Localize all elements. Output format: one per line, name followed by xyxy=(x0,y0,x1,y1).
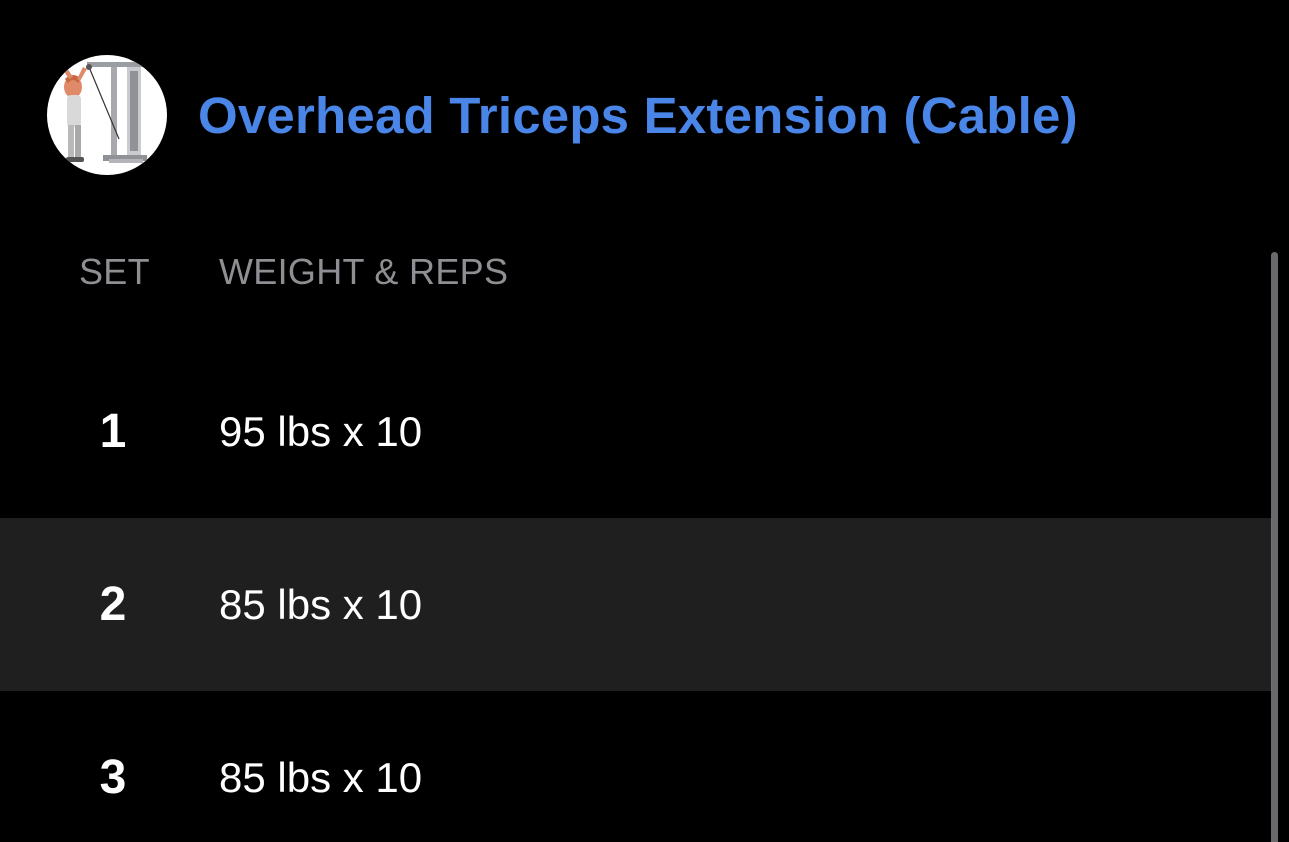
set-weight-reps: 85 lbs x 10 xyxy=(219,753,423,801)
set-row[interactable]: 1 95 lbs x 10 xyxy=(0,345,1272,518)
set-weight-reps: 95 lbs x 10 xyxy=(219,407,423,455)
exercise-header: Overhead Triceps Extension (Cable) xyxy=(47,55,1078,175)
set-number: 2 xyxy=(99,577,127,631)
set-row[interactable]: 3 85 lbs x 10 xyxy=(0,691,1272,842)
exercise-title[interactable]: Overhead Triceps Extension (Cable) xyxy=(198,86,1078,145)
set-row[interactable]: 2 85 lbs x 10 xyxy=(0,518,1272,691)
set-number: 1 xyxy=(99,404,127,458)
workout-exercise-screen: Overhead Triceps Extension (Cable) SET W… xyxy=(0,0,1289,842)
column-header-set: SET xyxy=(79,251,150,292)
vertical-scrollbar[interactable] xyxy=(1271,252,1278,842)
exercise-thumbnail[interactable] xyxy=(47,55,167,175)
set-number: 3 xyxy=(99,750,127,804)
cable-triceps-extension-icon xyxy=(61,62,147,163)
set-weight-reps: 85 lbs x 10 xyxy=(219,580,423,628)
column-header-weight-reps: WEIGHT & REPS xyxy=(219,251,509,292)
